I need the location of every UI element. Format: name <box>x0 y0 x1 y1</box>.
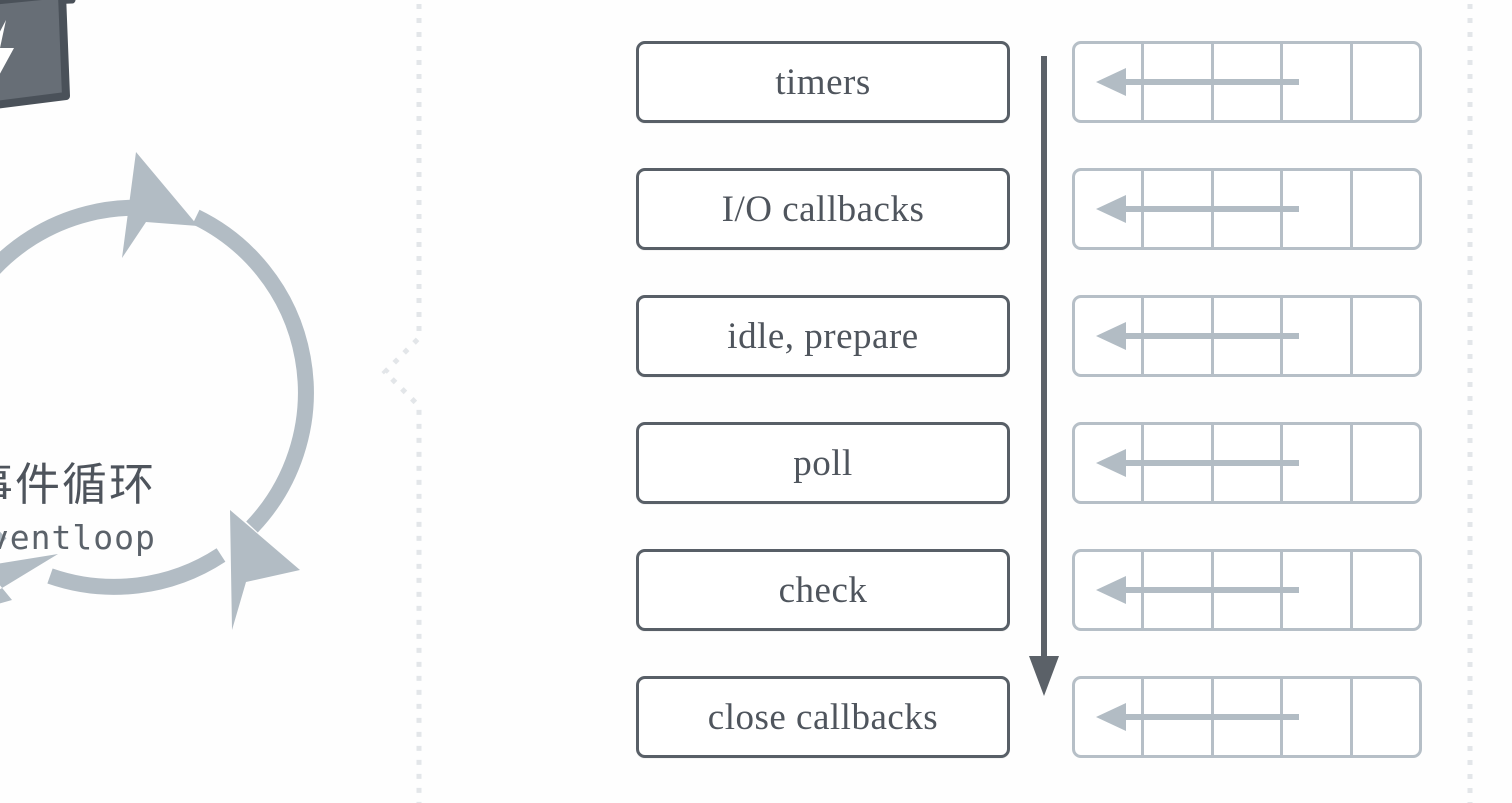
phase-label: timers <box>775 61 871 103</box>
queue-box[interactable] <box>1072 295 1422 377</box>
queue-cell[interactable] <box>1214 425 1284 501</box>
eventloop-title-en: Eventloop <box>0 518 156 558</box>
queue-row-close-callbacks <box>1072 676 1422 758</box>
queue-cell[interactable] <box>1075 679 1145 755</box>
queue-cell[interactable] <box>1214 552 1284 628</box>
queue-cell[interactable] <box>1283 552 1353 628</box>
queue-cell[interactable] <box>1144 552 1214 628</box>
loop-arrowhead-top <box>122 152 198 258</box>
queue-row-check <box>1072 549 1422 631</box>
queue-cell[interactable] <box>1075 425 1145 501</box>
lightning-bolt-badge <box>0 0 76 109</box>
phase-list: timers I/O callbacks idle, prepare poll … <box>636 41 1010 803</box>
queue-row-io-callbacks <box>1072 168 1422 250</box>
phase-box-io-callbacks[interactable]: I/O callbacks <box>636 168 1010 250</box>
queue-cell[interactable] <box>1214 298 1284 374</box>
queue-list <box>1072 41 1422 803</box>
queue-cell[interactable] <box>1283 298 1353 374</box>
queue-box[interactable] <box>1072 168 1422 250</box>
phase-box-close-callbacks[interactable]: close callbacks <box>636 676 1010 758</box>
queue-cell[interactable] <box>1353 171 1419 247</box>
queue-cell[interactable] <box>1353 679 1419 755</box>
queue-cell[interactable] <box>1353 425 1419 501</box>
phase-label: poll <box>793 442 853 484</box>
queue-cell[interactable] <box>1283 44 1353 120</box>
queue-box[interactable] <box>1072 41 1422 123</box>
queue-cell[interactable] <box>1214 44 1284 120</box>
queue-cell[interactable] <box>1144 679 1214 755</box>
queue-row-poll <box>1072 422 1422 504</box>
queue-cell[interactable] <box>1283 171 1353 247</box>
phase-box-poll[interactable]: poll <box>636 422 1010 504</box>
queue-cell[interactable] <box>1075 44 1145 120</box>
queue-cell[interactable] <box>1214 679 1284 755</box>
circular-arrow-loop-icon <box>0 152 314 630</box>
queue-cell[interactable] <box>1144 298 1214 374</box>
phase-label: check <box>778 569 868 611</box>
loop-arrowhead-bottom-left <box>0 554 58 604</box>
eventloop-label-group: 事件循环 Eventloop <box>0 460 288 560</box>
phase-label: close callbacks <box>707 696 939 738</box>
queue-cell[interactable] <box>1283 425 1353 501</box>
eventloop-title-cn: 事件循环 <box>0 460 157 510</box>
queue-box[interactable] <box>1072 676 1422 758</box>
queue-cell[interactable] <box>1144 44 1214 120</box>
queue-cell[interactable] <box>1144 425 1214 501</box>
eventloop-diagram: 事件循环 Eventloop <box>0 130 400 660</box>
queue-cell[interactable] <box>1353 44 1419 120</box>
phase-box-timers[interactable]: timers <box>636 41 1010 123</box>
phase-label: idle, prepare <box>727 315 919 357</box>
queue-box[interactable] <box>1072 549 1422 631</box>
phase-label: I/O callbacks <box>721 188 925 230</box>
queue-cell[interactable] <box>1144 171 1214 247</box>
queue-box[interactable] <box>1072 422 1422 504</box>
phase-box-idle-prepare[interactable]: idle, prepare <box>636 295 1010 377</box>
down-arrow-icon <box>1029 56 1059 696</box>
queue-cell[interactable] <box>1075 552 1145 628</box>
queue-cell[interactable] <box>1214 171 1284 247</box>
queue-cell[interactable] <box>1353 298 1419 374</box>
queue-cell[interactable] <box>1283 679 1353 755</box>
queue-row-idle-prepare <box>1072 295 1422 377</box>
slide-canvas: 事件循环 Eventloop timers I/O callbacks idle… <box>0 0 1512 803</box>
queue-cell[interactable] <box>1075 298 1145 374</box>
queue-row-timers <box>1072 41 1422 123</box>
phase-box-check[interactable]: check <box>636 549 1010 631</box>
queue-cell[interactable] <box>1353 552 1419 628</box>
bolt-card-front-face <box>0 0 70 109</box>
queue-cell[interactable] <box>1075 171 1145 247</box>
